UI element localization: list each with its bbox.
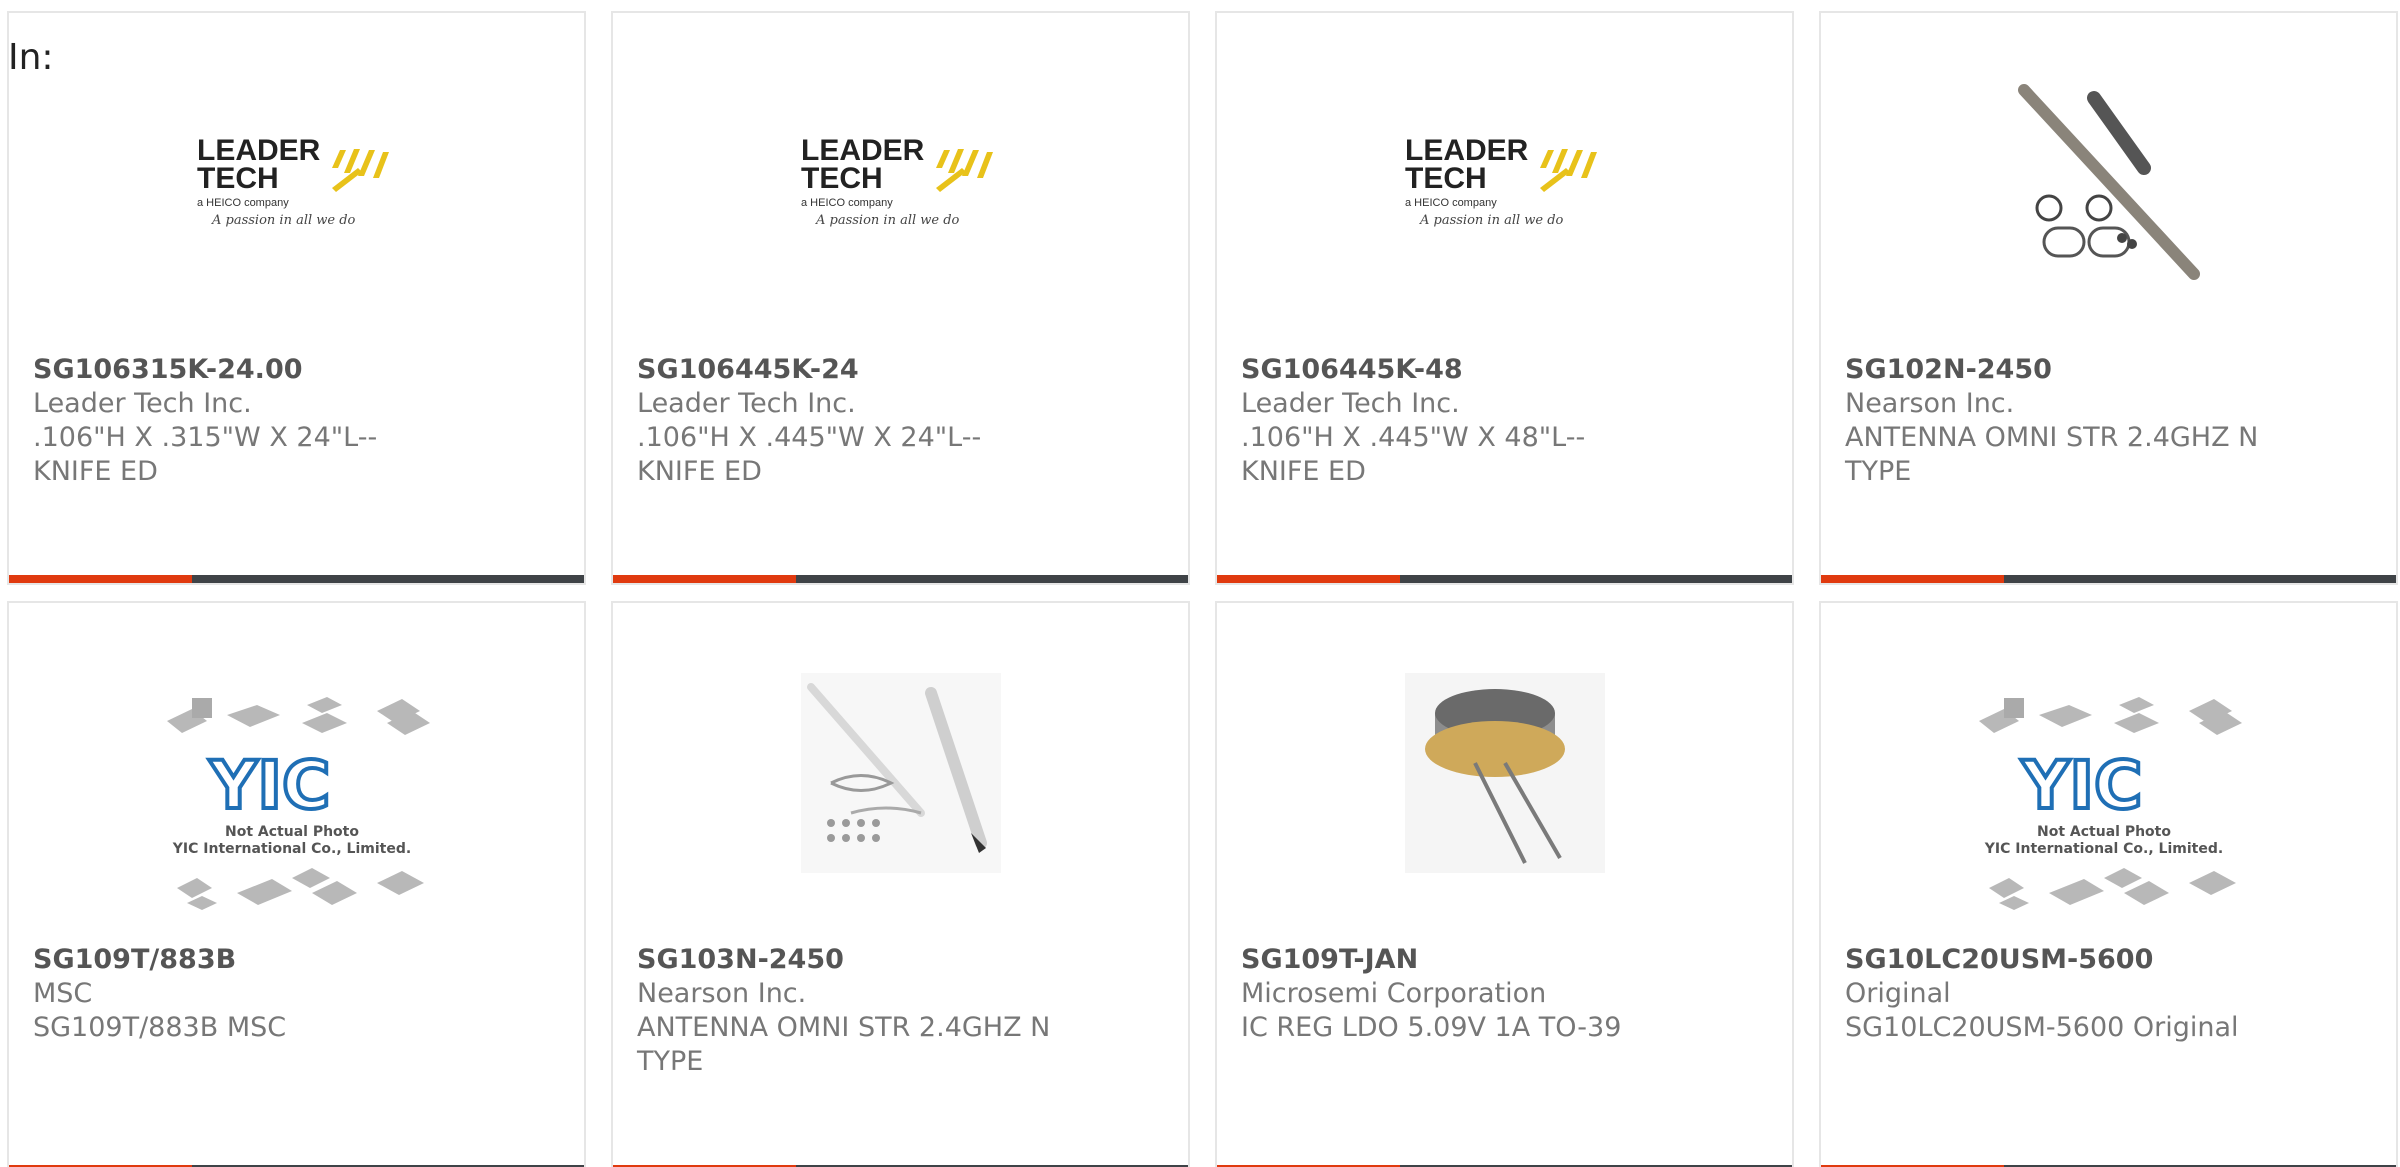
part-number[interactable]: SG103N-2450: [637, 943, 1057, 977]
manufacturer: MSC: [33, 978, 93, 1009]
product-card[interactable]: LEADER TECH a HEICO company A passion in…: [611, 11, 1190, 585]
yic-placeholder: YIC Not Actual Photo YIC International C…: [166, 697, 430, 910]
logo-line2: TECH: [1405, 162, 1487, 195]
description: .106"H X .445"W X 24"L--KNIFE ED: [637, 422, 982, 487]
part-number[interactable]: SG109T-JAN: [1241, 943, 1661, 977]
yic-caption2: YIC International Co., Limited.: [171, 841, 410, 857]
logo-slogan: A passion in all we do: [1419, 213, 1564, 228]
card-bottom-bar: [1821, 575, 2396, 583]
product-card[interactable]: LEADER TECH a HEICO company A passion in…: [1215, 11, 1794, 585]
description: IC REG LDO 5.09V 1A TO-39: [1241, 1012, 1622, 1043]
logo-slogan: A passion in all we do: [211, 213, 356, 228]
product-card[interactable]: SG102N-2450 Nearson Inc. ANTENNA OMNI ST…: [1819, 11, 2398, 585]
manufacturer: Nearson Inc.: [1845, 388, 2015, 419]
logo-slogan: A passion in all we do: [815, 213, 960, 228]
yic-caption1: Not Actual Photo: [2037, 824, 2171, 840]
card-bottom-bar: [613, 575, 1188, 583]
to39-transistor-photo: [1404, 673, 1605, 873]
part-number[interactable]: SG10LC20USM-5600: [1845, 943, 2265, 977]
logo-tagline: a HEICO company: [1405, 197, 1497, 209]
manufacturer: Leader Tech Inc.: [1241, 388, 1460, 419]
logo-tagline: a HEICO company: [197, 197, 289, 209]
part-number[interactable]: SG102N-2450: [1845, 353, 2265, 387]
logo-line2: TECH: [801, 162, 883, 195]
product-card[interactable]: SG103N-2450 Nearson Inc. ANTENNA OMNI ST…: [611, 601, 1190, 1167]
product-image[interactable]: YIC Not Actual Photo YIC International C…: [9, 693, 584, 933]
logo-line2: TECH: [197, 162, 279, 195]
card-accent-bar: [1217, 575, 1400, 583]
description: ANTENNA OMNI STR 2.4GHZ N TYPE: [637, 1012, 1051, 1077]
leader-tech-logo: LEADER TECH a HEICO company A passion in…: [1405, 134, 1597, 228]
product-image[interactable]: LEADER TECH a HEICO company A passion in…: [1217, 83, 1792, 283]
description: SG109T/883B MSC: [33, 1012, 287, 1043]
filter-label: In:: [8, 37, 54, 78]
product-image[interactable]: [1821, 78, 2396, 288]
card-bottom-bar: [1217, 575, 1792, 583]
logo-tagline: a HEICO company: [801, 197, 893, 209]
manufacturer: Original: [1845, 978, 1951, 1009]
card-accent-bar: [613, 575, 796, 583]
manufacturer: Microsemi Corporation: [1241, 978, 1547, 1009]
product-image[interactable]: LEADER TECH a HEICO company A passion in…: [9, 83, 584, 283]
product-card[interactable]: YIC Not Actual Photo YIC International C…: [1819, 601, 2398, 1167]
part-number[interactable]: SG106315K-24.00: [33, 353, 453, 387]
description: ANTENNA OMNI STR 2.4GHZ N TYPE: [1845, 422, 2259, 487]
yic-caption1: Not Actual Photo: [225, 824, 359, 840]
card-bottom-bar: [9, 575, 584, 583]
manufacturer: Nearson Inc.: [637, 978, 807, 1009]
leader-tech-logo: LEADER TECH a HEICO company A passion in…: [197, 134, 389, 228]
product-grid-page: In: LEADER TECH a HEICO company A passio…: [0, 0, 2400, 1167]
description: SG10LC20USM-5600 Original: [1845, 1012, 2239, 1043]
leader-tech-logo: LEADER TECH a HEICO company A passion in…: [801, 134, 993, 228]
manufacturer: Leader Tech Inc.: [637, 388, 856, 419]
part-number[interactable]: SG109T/883B: [33, 943, 453, 977]
description: .106"H X .445"W X 48"L--KNIFE ED: [1241, 422, 1586, 487]
product-image[interactable]: [613, 673, 1188, 873]
yic-mark: YIC: [208, 747, 330, 824]
product-card[interactable]: LEADER TECH a HEICO company A passion in…: [7, 11, 586, 585]
description: .106"H X .315"W X 24"L--KNIFE ED: [33, 422, 378, 487]
antenna-photo: [2003, 78, 2214, 288]
product-image[interactable]: LEADER TECH a HEICO company A passion in…: [613, 83, 1188, 283]
part-number[interactable]: SG106445K-48: [1241, 353, 1661, 387]
yic-caption2: YIC International Co., Limited.: [1983, 841, 2222, 857]
yic-placeholder: YIC Not Actual Photo YIC International C…: [1978, 697, 2242, 910]
antenna-white-photo: [800, 673, 1001, 873]
part-number[interactable]: SG106445K-24: [637, 353, 1057, 387]
card-accent-bar: [9, 575, 192, 583]
product-image[interactable]: [1217, 673, 1792, 873]
manufacturer: Leader Tech Inc.: [33, 388, 252, 419]
product-card[interactable]: YIC Not Actual Photo YIC International C…: [7, 601, 586, 1167]
product-card[interactable]: SG109T-JAN Microsemi Corporation IC REG …: [1215, 601, 1794, 1167]
yic-mark: YIC: [2020, 747, 2142, 824]
card-accent-bar: [1821, 575, 2004, 583]
product-image[interactable]: YIC Not Actual Photo YIC International C…: [1821, 693, 2396, 933]
